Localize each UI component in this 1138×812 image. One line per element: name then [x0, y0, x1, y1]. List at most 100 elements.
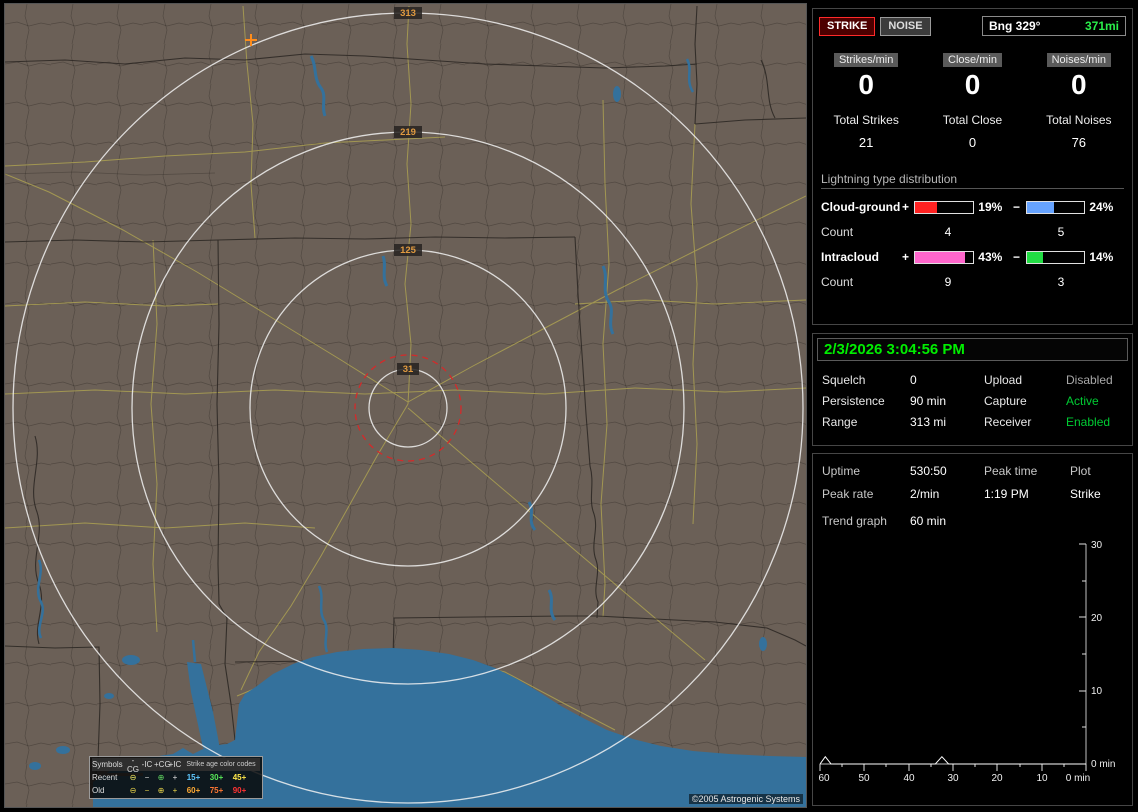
noises-per-min-label: Noises/min [1046, 53, 1112, 67]
trend-line [819, 755, 1086, 765]
svg-text:60: 60 [818, 773, 830, 784]
intracloud-count-row: Count 9 3 [821, 275, 1124, 289]
legend-header-pic: +IC [168, 760, 182, 769]
neg-cg-icon: ⊖ [129, 773, 137, 782]
range-label-313: 313 [400, 8, 416, 19]
age-15: 15+ [186, 773, 201, 782]
intracloud-label: Intracloud [821, 250, 880, 264]
pos-cg-old-icon: ⊕ [157, 786, 165, 795]
legend-header-ncg: -CG [127, 755, 139, 774]
svg-text:0 min: 0 min [1091, 759, 1115, 770]
noises-per-min-value: 0 [1071, 69, 1087, 100]
uptime-value: 530:50 [910, 464, 947, 478]
upload-status: Disabled [1066, 373, 1113, 387]
copyright-text: ©2005 Astrogenic Systems [688, 794, 803, 804]
cloud-ground-count-row: Count 4 5 [821, 225, 1124, 239]
totals-row: Total Strikes 21 Total Close 0 Total Noi… [813, 113, 1132, 150]
svg-text:20: 20 [1091, 613, 1103, 624]
trend-axes [820, 544, 1087, 765]
total-noises-label: Total Noises [1046, 113, 1112, 127]
ic-minus-bar [1025, 250, 1086, 264]
statistics-section: STRIKE NOISE Bng 329° 371mi Strikes/min … [812, 8, 1133, 325]
persistence-value: 90 min [910, 394, 947, 408]
bearing-distance: 371mi [1084, 19, 1119, 33]
neg-ic-old-icon: − [144, 786, 150, 795]
distribution-title: Lightning type distribution [821, 172, 1124, 189]
range-label-31: 31 [403, 364, 414, 375]
upload-label: Upload [984, 373, 1023, 387]
total-close-value: 0 [968, 135, 977, 150]
app-window: 313 219 125 31 Symbols -CG -IC +CG +IC S… [0, 0, 1138, 812]
capture-status: Active [1066, 394, 1099, 408]
map-canvas[interactable]: 313 219 125 31 [5, 4, 806, 807]
receiver-label: Receiver [984, 415, 1032, 429]
svg-text:20: 20 [991, 773, 1003, 784]
ic-plus-bar-fill [915, 251, 966, 263]
capture-label: Capture [984, 394, 1027, 408]
squelch-value: 0 [910, 373, 917, 387]
count-label: Count [821, 225, 854, 239]
trend-section: Uptime 530:50 Peak time Plot Peak rate 2… [812, 453, 1133, 806]
legend-recent-label: Recent [92, 773, 118, 782]
peak-time-label: Peak time [984, 464, 1038, 478]
cg-minus-pct: 24% [1089, 200, 1114, 214]
total-close-label: Total Close [942, 113, 1003, 127]
trend-window-value: 60 min [910, 514, 947, 528]
uptime-grid: Uptime 530:50 Peak time Plot Peak rate 2… [813, 454, 1132, 501]
age-90: 90+ [232, 786, 247, 795]
minus-sign: − [1012, 200, 1020, 214]
peak-rate-label: Peak rate [822, 487, 874, 501]
bearing-value: Bng 329° [989, 19, 1041, 33]
svg-text:50: 50 [858, 773, 870, 784]
legend-symbols-label: Symbols [92, 760, 123, 769]
svg-text:10: 10 [1091, 686, 1103, 697]
ic-minus-bar-fill [1026, 251, 1043, 263]
cg-minus-bar-fill [1026, 201, 1055, 213]
strikes-per-min-value: 0 [858, 69, 874, 100]
trend-y-labels: 30 20 10 0 min [1091, 540, 1115, 770]
cloud-ground-row: Cloud-ground + 19% − 24% [821, 200, 1124, 214]
settings-section: 2/3/2026 3:04:56 PM Squelch 0 Upload Dis… [812, 333, 1133, 446]
age-45: 45+ [232, 773, 247, 782]
minus-sign: − [1012, 250, 1020, 264]
cg-minus-count: 5 [1057, 225, 1065, 239]
strikes-per-min-label: Strikes/min [833, 53, 899, 67]
noise-button[interactable]: NOISE [880, 16, 931, 36]
plot-label: Plot [1070, 464, 1091, 478]
map-legend: Symbols -CG -IC +CG +IC Strike age color… [89, 756, 263, 799]
ic-minus-pct: 14% [1089, 250, 1114, 264]
ic-plus-pct: 43% [978, 250, 1003, 264]
control-panel: STRIKE NOISE Bng 329° 371mi Strikes/min … [812, 0, 1134, 812]
mode-header: STRIKE NOISE Bng 329° 371mi [813, 9, 1132, 36]
receiver-status: Enabled [1066, 415, 1111, 429]
peak-time-value: 1:19 PM [984, 487, 1029, 501]
cg-plus-count: 4 [944, 225, 952, 239]
svg-text:30: 30 [947, 773, 959, 784]
uptime-label: Uptime [822, 464, 861, 478]
cg-plus-pct: 19% [978, 200, 1003, 214]
strike-button[interactable]: STRIKE [819, 16, 876, 36]
intracloud-row: Intracloud + 43% − 14% [821, 250, 1124, 264]
plus-sign: + [901, 250, 909, 264]
range-label: Range [822, 415, 858, 429]
age-30: 30+ [209, 773, 224, 782]
peak-rate-value: 2/min [910, 487, 940, 501]
cg-minus-bar [1025, 200, 1086, 214]
legend-age-title: Strike age color codes [186, 761, 256, 768]
trend-graph: 30 20 10 0 min 60 50 40 30 20 10 0 min [818, 540, 1115, 784]
age-75: 75+ [209, 786, 224, 795]
persistence-label: Persistence [822, 394, 885, 408]
squelch-label: Squelch [822, 373, 866, 387]
trend-graph-label: Trend graph [822, 514, 887, 528]
cg-plus-bar-fill [915, 201, 938, 213]
ic-minus-count: 3 [1057, 275, 1065, 289]
trend-header: Trend graph 60 min [813, 501, 1132, 528]
datetime-display: 2/3/2026 3:04:56 PM [817, 338, 1128, 361]
bearing-display: Bng 329° 371mi [982, 16, 1126, 36]
range-value: 313 mi [910, 415, 947, 429]
plus-sign: + [901, 200, 909, 214]
trend-ticks [819, 543, 1087, 771]
neg-cg-old-icon: ⊖ [129, 786, 137, 795]
count-label: Count [821, 275, 854, 289]
svg-text:0 min: 0 min [1066, 773, 1090, 784]
